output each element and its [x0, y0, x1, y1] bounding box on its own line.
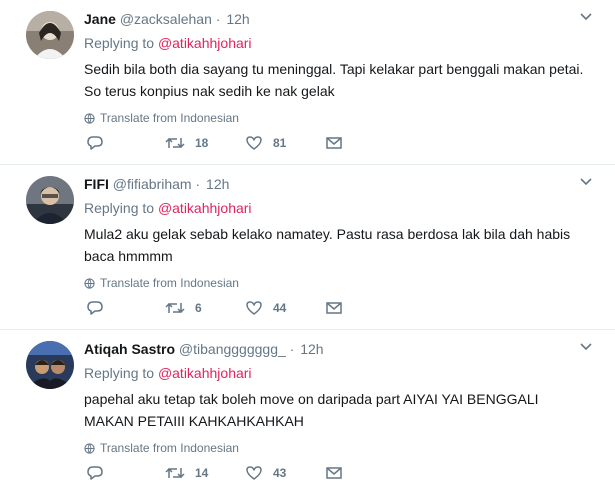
replying-to: Replying to @atikahhjohari: [84, 34, 593, 52]
author-name[interactable]: FIFI: [84, 176, 109, 192]
caret-down-icon[interactable]: [579, 340, 593, 354]
retweet-button[interactable]: 14: [165, 463, 208, 483]
author-name[interactable]: Atiqah Sastro: [84, 341, 175, 357]
like-icon: [246, 466, 262, 480]
reply-icon: [87, 301, 103, 315]
timestamp[interactable]: 12h: [206, 176, 229, 192]
like-count: 81: [273, 136, 287, 150]
tweet-text-line: Sedih bila both dia sayang tu meninggal.…: [84, 61, 584, 77]
tweet[interactable]: FIFI @fifiabriham · 12h Replying to @ati…: [0, 165, 615, 330]
tweet-text-line: baca hmmmm: [84, 248, 173, 264]
translate-label: Translate from Indonesian: [100, 111, 239, 125]
direct-message-button[interactable]: [326, 298, 342, 318]
timestamp[interactable]: 12h: [226, 11, 249, 27]
like-icon: [246, 136, 262, 150]
reply-button[interactable]: [86, 133, 114, 153]
tweet-text: Sedih bila both dia sayang tu meninggal.…: [84, 58, 593, 102]
mention-link[interactable]: @atikahhjohari: [158, 365, 252, 381]
replying-to-label: Replying to: [84, 200, 155, 216]
tweet-feed: Jane @zacksalehan · 12h Replying to @ati…: [0, 0, 615, 500]
retweet-count: 18: [195, 136, 209, 150]
separator-dot: ·: [195, 176, 201, 192]
tweet-text-line: MAKAN PETAIII KAHKAHKAHKAH: [84, 413, 304, 429]
reply-icon: [87, 136, 103, 150]
translate-link[interactable]: Translate from Indonesian: [84, 440, 593, 456]
caret-down-icon[interactable]: [579, 10, 593, 24]
mention-link[interactable]: @atikahhjohari: [158, 35, 252, 51]
author-handle[interactable]: @zacksalehan: [120, 11, 212, 27]
tweet-text: Mula2 aku gelak sebab kelako namatey. Pa…: [84, 223, 593, 267]
tweet-actions: 6 44: [84, 298, 364, 318]
reply-button[interactable]: [86, 463, 114, 483]
like-button[interactable]: 81: [245, 133, 286, 153]
reply-button[interactable]: [86, 298, 114, 318]
tweet-actions: 18 81: [84, 133, 364, 153]
message-icon: [326, 467, 342, 479]
mention-link[interactable]: @atikahhjohari: [158, 200, 252, 216]
avatar[interactable]: [26, 341, 74, 389]
tweet[interactable]: Atiqah Sastro @tibanggggggg_ · 12h Reply…: [0, 330, 615, 495]
tweet-text: papehal aku tetap tak boleh move on dari…: [84, 388, 593, 432]
separator-dot: ·: [215, 11, 221, 27]
author-handle[interactable]: @tibanggggggg_: [179, 341, 286, 357]
avatar[interactable]: [26, 176, 74, 224]
replying-to-label: Replying to: [84, 35, 155, 51]
like-count: 44: [273, 301, 287, 315]
retweet-count: 6: [195, 301, 202, 315]
message-icon: [326, 137, 342, 149]
timestamp[interactable]: 12h: [300, 341, 323, 357]
like-count: 43: [273, 466, 287, 480]
tweet-text-line: So terus konpius nak sedih ke nak gelak: [84, 83, 335, 99]
separator-dot: ·: [289, 341, 295, 357]
translate-link[interactable]: Translate from Indonesian: [84, 110, 593, 126]
retweet-count: 14: [195, 466, 209, 480]
retweet-button[interactable]: 6: [165, 298, 202, 318]
like-button[interactable]: 43: [245, 463, 286, 483]
direct-message-button[interactable]: [326, 463, 342, 483]
tweet-actions: 14 43: [84, 463, 364, 483]
retweet-icon: [165, 467, 185, 479]
message-icon: [326, 302, 342, 314]
globe-icon: [84, 442, 95, 454]
retweet-button[interactable]: 18: [165, 133, 208, 153]
avatar[interactable]: [26, 11, 74, 59]
reply-icon: [87, 466, 103, 480]
like-button[interactable]: 44: [245, 298, 286, 318]
translate-label: Translate from Indonesian: [100, 276, 239, 290]
replying-to-label: Replying to: [84, 365, 155, 381]
tweet-text-line: Mula2 aku gelak sebab kelako namatey. Pa…: [84, 226, 571, 242]
translate-link[interactable]: Translate from Indonesian: [84, 275, 593, 291]
tweet[interactable]: Jane @zacksalehan · 12h Replying to @ati…: [0, 0, 615, 165]
tweet-text-line: papehal aku tetap tak boleh move on dari…: [84, 391, 539, 407]
author-name[interactable]: Jane: [84, 11, 116, 27]
caret-down-icon[interactable]: [579, 175, 593, 189]
replying-to: Replying to @atikahhjohari: [84, 364, 593, 382]
replying-to: Replying to @atikahhjohari: [84, 199, 593, 217]
retweet-icon: [165, 137, 185, 149]
author-handle[interactable]: @fifiabriham: [113, 176, 192, 192]
globe-icon: [84, 277, 95, 289]
direct-message-button[interactable]: [326, 133, 342, 153]
like-icon: [246, 301, 262, 315]
globe-icon: [84, 112, 95, 124]
retweet-icon: [165, 302, 185, 314]
translate-label: Translate from Indonesian: [100, 441, 239, 455]
